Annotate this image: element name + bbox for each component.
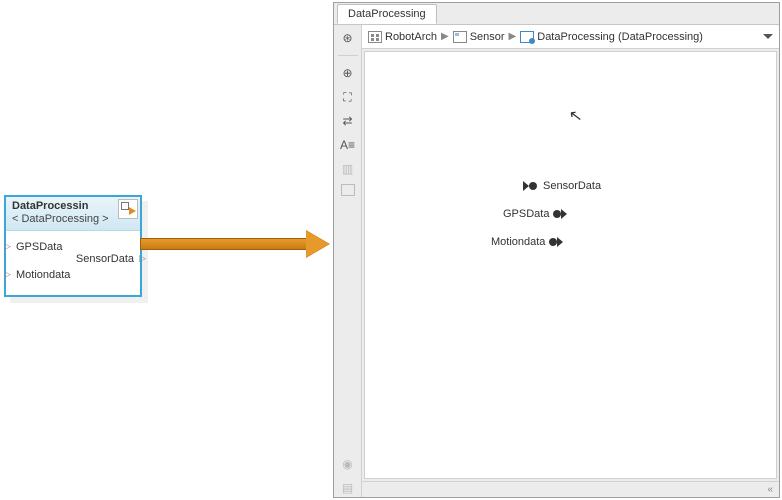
arrow-head-icon [306,230,330,258]
component-header: DataProcessin < DataProcessing > [6,197,140,231]
chevron-right-icon: ▶ [441,31,449,42]
component-block[interactable]: DataProcessin < DataProcessing > GPSData… [4,195,142,297]
flow-arrow [140,232,332,256]
arrow-shaft [140,238,308,250]
separator [338,55,358,56]
port-label: SensorData [76,253,134,265]
editor-panel: DataProcessing ⊛ ⊕ ⛶ ⇄ A≡ ▥ ◉ ▤ RobotArc… [333,2,780,498]
tab-dataprocessing[interactable]: DataProcessing [337,4,437,24]
annotate-tool[interactable]: A≡ [339,136,357,154]
canvas-wrap: RobotArch ▶ Sensor ▶ DataProcessing (Dat… [362,25,779,497]
component-body: GPSData SensorData Motiondata [6,231,140,295]
port-label: GPSData [16,241,62,253]
component-icon [453,31,467,43]
breadcrumb-robotarch[interactable]: RobotArch [368,31,437,43]
chevron-right-icon: ▶ [509,31,517,42]
cursor-icon: ↖ [568,105,584,127]
tool-strip: ⊛ ⊕ ⛶ ⇄ A≡ ▥ ◉ ▤ [334,25,362,497]
canvas[interactable]: ↖ SensorData GPSData Motiondata [364,51,777,479]
port-label: Motiondata [16,269,70,281]
camera-tool[interactable]: ◉ [339,455,357,473]
fullscreen-tool[interactable]: ⛶ [339,88,357,106]
breadcrumb: RobotArch ▶ Sensor ▶ DataProcessing (Dat… [362,25,779,49]
editor-body: ⊛ ⊕ ⛶ ⇄ A≡ ▥ ◉ ▤ RobotArch ▶ Sensor [334,25,779,497]
breadcrumb-label: RobotArch [385,31,437,43]
dataprocessing-icon [520,31,534,43]
canvas-footer: « [362,481,779,497]
port-label: SensorData [543,180,601,192]
port-motiondata[interactable]: Motiondata [16,269,134,281]
breadcrumb-dataprocessing[interactable]: DataProcessing (DataProcessing) [520,31,703,43]
zoom-tool[interactable]: ⊕ [339,64,357,82]
port-label: Motiondata [491,236,545,248]
output-port-icon [549,237,563,247]
canvas-port-sensordata[interactable]: SensorData [525,180,601,192]
canvas-port-gpsdata[interactable]: GPSData [503,208,567,220]
layers-tool[interactable]: ▤ [339,479,357,497]
output-port-icon [553,209,567,219]
port-sensordata[interactable]: SensorData [16,253,134,265]
arch-icon [368,31,382,43]
breadcrumb-label: Sensor [470,31,505,43]
fit-tool[interactable]: ⇄ [339,112,357,130]
collapse-button[interactable]: « [767,484,773,495]
breadcrumb-label: DataProcessing (DataProcessing) [537,31,703,43]
nav-back-button[interactable]: ⊛ [339,29,357,47]
component-type-icon [118,199,138,219]
image-tool[interactable]: ▥ [339,160,357,178]
port-label: GPSData [503,208,549,220]
port-gpsdata[interactable]: GPSData [16,241,134,253]
box-tool[interactable] [341,184,355,196]
input-port-icon [525,181,539,191]
tab-bar: DataProcessing [334,3,779,25]
breadcrumb-dropdown[interactable] [763,34,773,39]
canvas-port-motiondata[interactable]: Motiondata [491,236,563,248]
breadcrumb-sensor[interactable]: Sensor [453,31,505,43]
